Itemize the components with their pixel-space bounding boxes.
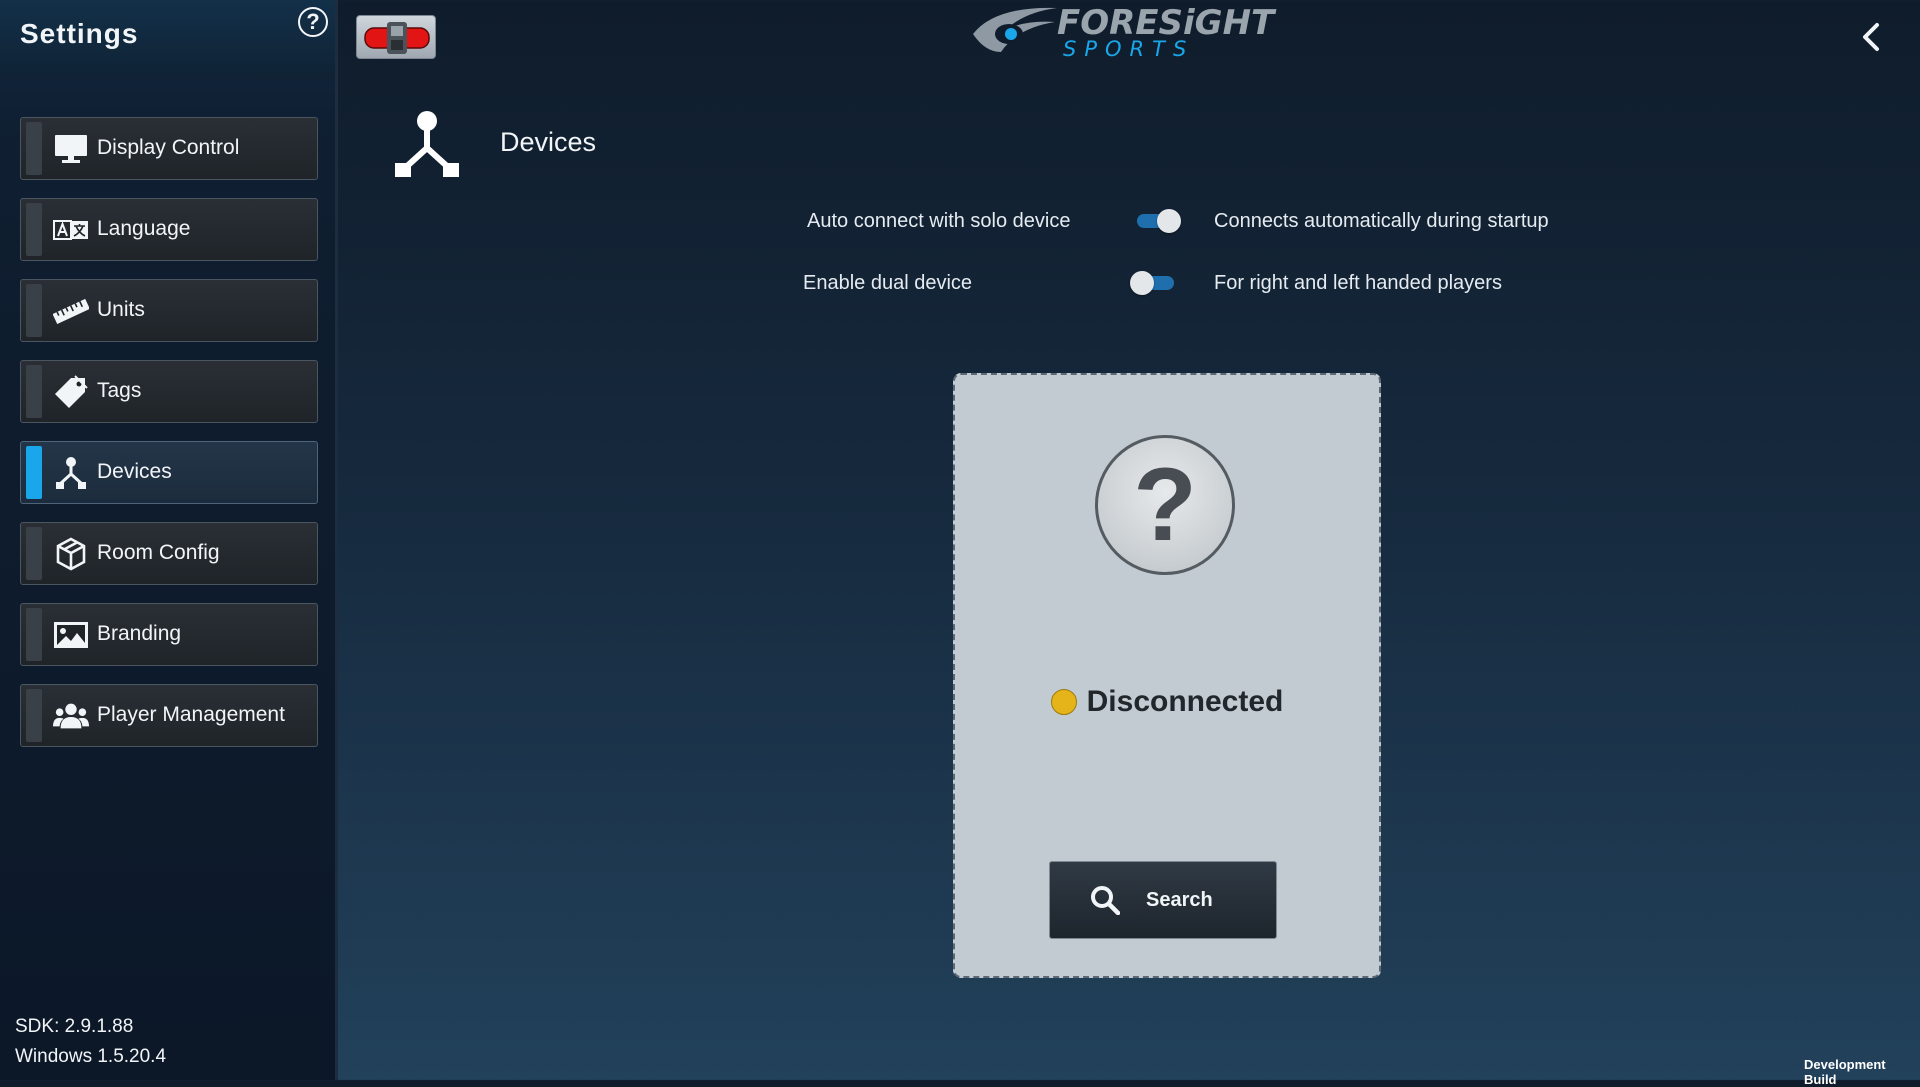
sidebar-title: Settings bbox=[20, 18, 139, 49]
sidebar-item-label: Tags bbox=[97, 379, 142, 402]
launch-monitor-badge[interactable] bbox=[356, 15, 436, 59]
image-icon bbox=[53, 617, 89, 653]
selection-indicator bbox=[26, 689, 42, 742]
device-card: ? Disconnected Search bbox=[953, 373, 1381, 978]
sidebar-item-label: Player Management bbox=[97, 703, 285, 726]
devices-icon bbox=[53, 455, 89, 491]
selection-indicator bbox=[26, 527, 42, 580]
sidebar-item-label: Devices bbox=[97, 460, 172, 483]
sidebar-item-devices[interactable]: Devices bbox=[20, 441, 318, 504]
language-icon bbox=[53, 212, 89, 248]
sidebar-item-label: Units bbox=[97, 298, 145, 321]
auto-connect-label: Auto connect with solo device bbox=[807, 210, 1071, 232]
selection-indicator bbox=[26, 284, 42, 337]
auto-connect-description: Connects automatically during startup bbox=[1214, 210, 1549, 232]
selection-indicator bbox=[26, 608, 42, 661]
dual-device-label: Enable dual device bbox=[803, 272, 973, 294]
status-text: Disconnected bbox=[1086, 685, 1284, 718]
help-icon: ? bbox=[306, 9, 320, 34]
search-button-label: Search bbox=[1146, 889, 1213, 911]
sdk-version: SDK: 2.9.1.88 bbox=[15, 1016, 134, 1037]
settings-sidebar: Settings ? Display Control Language Unit… bbox=[0, 0, 338, 1080]
cube-icon bbox=[53, 536, 89, 572]
dual-device-description: For right and left handed players bbox=[1214, 272, 1502, 294]
unknown-device-icon: ? bbox=[1095, 435, 1235, 575]
selection-indicator bbox=[26, 365, 42, 418]
sidebar-item-player-management[interactable]: Player Management bbox=[20, 684, 318, 747]
sidebar-item-units[interactable]: Units bbox=[20, 279, 318, 342]
sidebar-item-label: Room Config bbox=[97, 541, 220, 564]
sidebar-item-label: Branding bbox=[97, 622, 182, 645]
search-icon bbox=[1091, 886, 1120, 915]
windows-version: Windows 1.5.20.4 bbox=[15, 1046, 167, 1067]
ruler-icon bbox=[53, 293, 89, 329]
selection-indicator bbox=[26, 203, 42, 256]
auto-connect-toggle[interactable] bbox=[1133, 208, 1181, 234]
status-dot-icon bbox=[1050, 689, 1077, 715]
sidebar-item-tags[interactable]: Tags bbox=[20, 360, 318, 423]
settings-nav: Display Control Language Units Tags Devi… bbox=[20, 117, 318, 765]
sidebar-item-room-config[interactable]: Room Config bbox=[20, 522, 318, 585]
sidebar-item-label: Language bbox=[97, 217, 191, 240]
page-title: Devices bbox=[500, 127, 597, 157]
launch-monitor-icon bbox=[364, 22, 430, 54]
development-build-label: Development Build bbox=[1804, 1057, 1886, 1087]
connection-status: Disconnected bbox=[955, 685, 1379, 719]
sidebar-item-display-control[interactable]: Display Control bbox=[20, 117, 318, 180]
logo-subtitle: SPORTS bbox=[1063, 37, 1194, 61]
sidebar-item-language[interactable]: Language bbox=[20, 198, 318, 261]
sidebar-item-branding[interactable]: Branding bbox=[20, 603, 318, 666]
tag-icon bbox=[53, 374, 89, 410]
help-button[interactable]: ? bbox=[298, 7, 328, 37]
devices-icon bbox=[392, 110, 462, 180]
foresight-sports-logo: FORESiGHT SPORTS bbox=[965, 0, 1325, 62]
selection-indicator bbox=[26, 122, 42, 175]
selection-indicator bbox=[26, 446, 42, 499]
chevron-left-icon bbox=[1863, 23, 1879, 51]
back-button[interactable] bbox=[1855, 20, 1889, 54]
sidebar-header: Settings ? bbox=[0, 0, 335, 80]
monitor-icon bbox=[53, 131, 89, 167]
users-icon bbox=[53, 698, 89, 734]
dual-device-toggle[interactable] bbox=[1130, 270, 1178, 296]
search-button[interactable]: Search bbox=[1049, 861, 1277, 939]
sidebar-item-label: Display Control bbox=[97, 136, 240, 159]
